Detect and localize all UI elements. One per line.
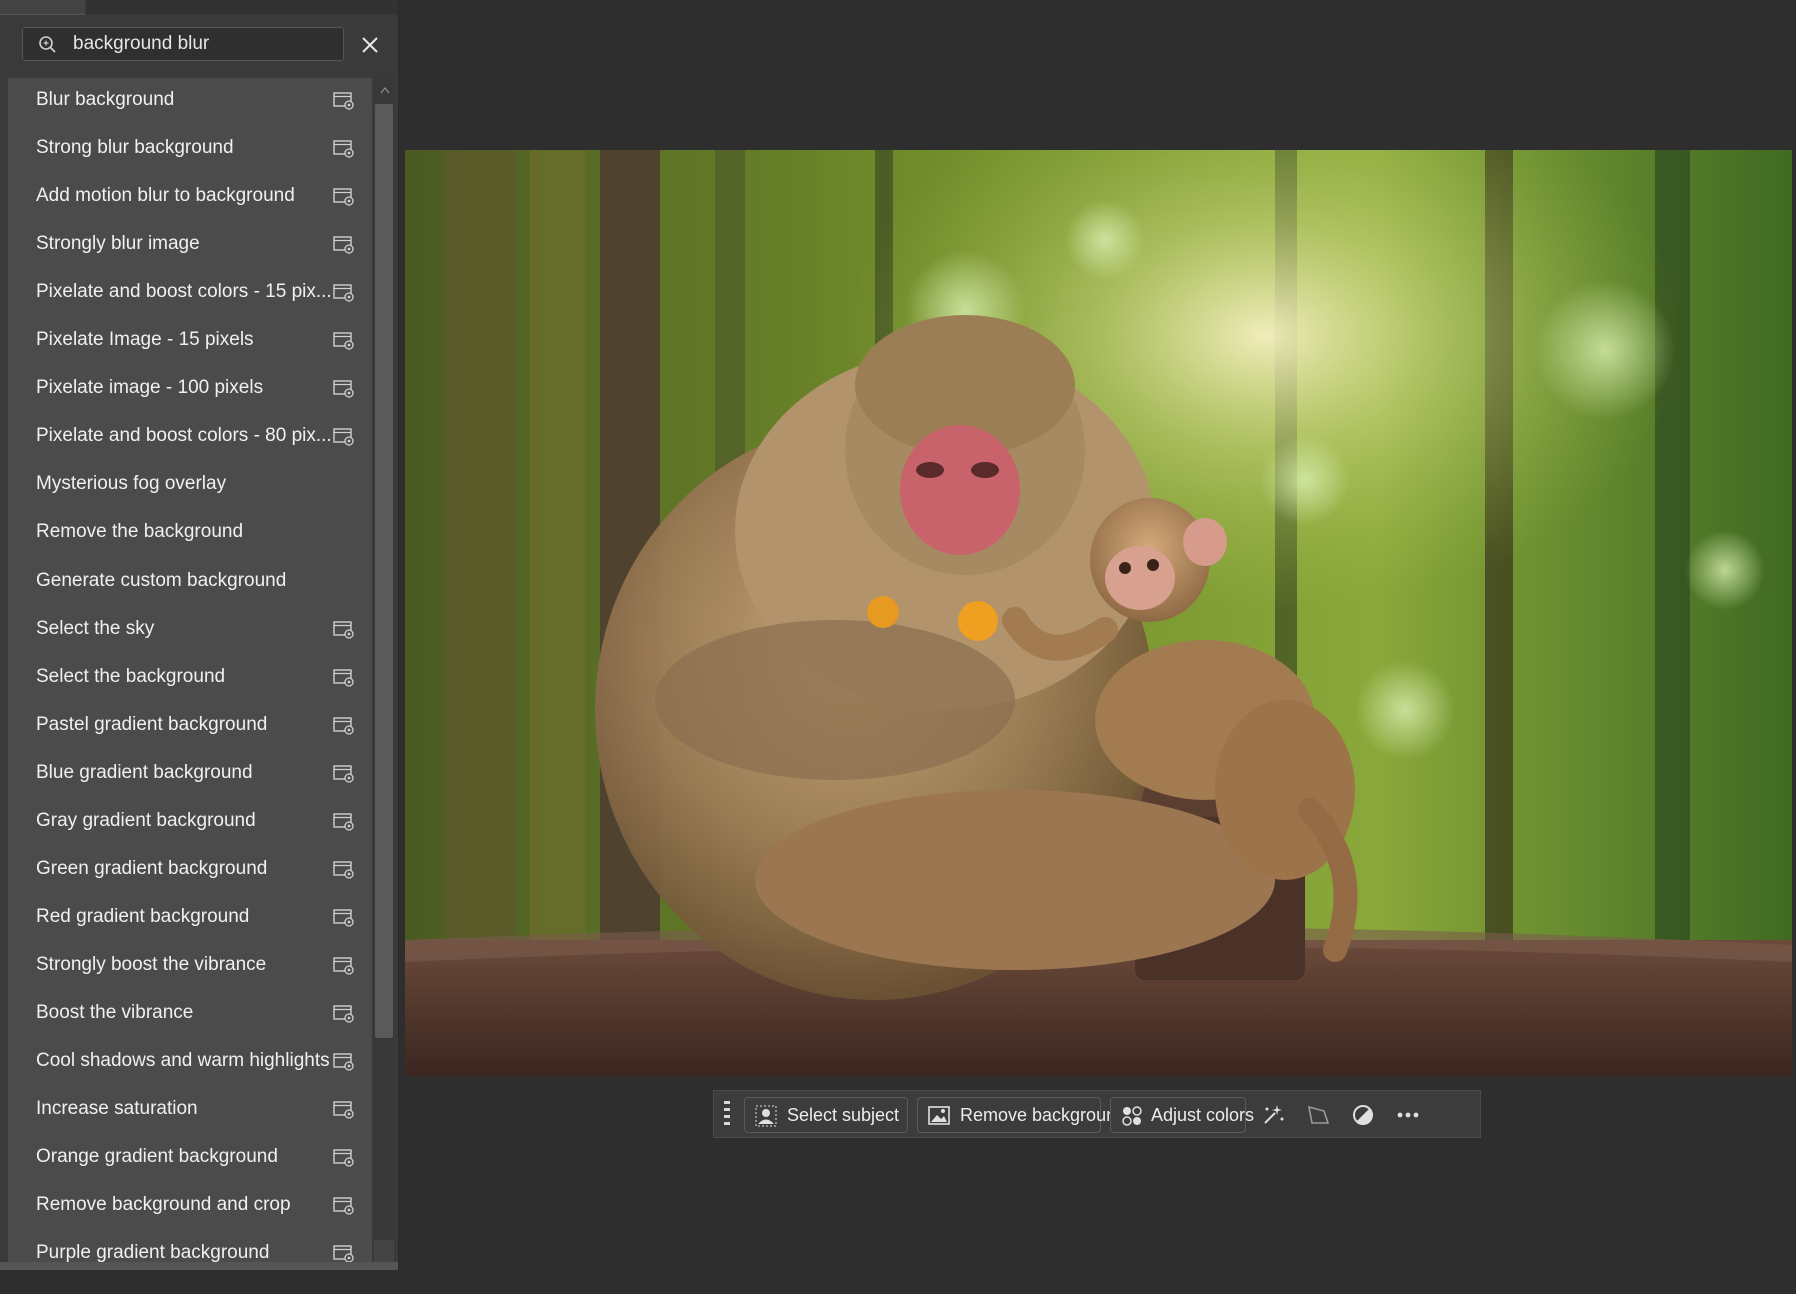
panel-resize-handle[interactable] bbox=[0, 1262, 398, 1270]
list-item-label: Strongly blur image bbox=[36, 233, 200, 254]
list-item[interactable]: Select the background bbox=[8, 653, 372, 701]
adjust-colors-button[interactable]: Adjust colors bbox=[1110, 1097, 1254, 1133]
list-item[interactable]: Strongly blur image bbox=[8, 220, 372, 268]
list-item-label: Pixelate and boost colors - 80 pix... bbox=[36, 425, 332, 446]
preview-icon[interactable] bbox=[333, 669, 355, 687]
list-item[interactable]: Red gradient background bbox=[8, 893, 372, 941]
preview-icon[interactable] bbox=[333, 428, 355, 446]
list-item[interactable]: Cool shadows and warm highlights bbox=[8, 1037, 372, 1085]
preview-icon[interactable] bbox=[333, 1245, 355, 1263]
actions-panel: Blur background Strong blur background Add… bbox=[0, 0, 399, 1270]
select-subject-icon bbox=[755, 1105, 777, 1127]
list-item[interactable]: Gray gradient background bbox=[8, 797, 372, 845]
transform-icon[interactable] bbox=[1304, 1101, 1332, 1129]
preview-icon[interactable] bbox=[333, 909, 355, 927]
adjust-colors-icon bbox=[1122, 1106, 1142, 1126]
drag-handle-icon[interactable] bbox=[722, 1099, 732, 1131]
preview-icon[interactable] bbox=[333, 1149, 355, 1167]
preview-icon[interactable] bbox=[333, 284, 355, 302]
list-item[interactable]: Orange gradient background bbox=[8, 1133, 372, 1181]
preview-icon[interactable] bbox=[333, 1053, 355, 1071]
search-input[interactable] bbox=[73, 28, 333, 60]
list-item[interactable]: Pixelate image - 100 pixels bbox=[8, 364, 372, 412]
contextual-taskbar: Select subject Remove background Adjust … bbox=[713, 1090, 1481, 1138]
list-item-label: Select the background bbox=[36, 666, 226, 687]
list-item[interactable]: Blue gradient background bbox=[8, 749, 372, 797]
generative-fill-icon[interactable] bbox=[1259, 1101, 1287, 1129]
list-item[interactable]: Add motion blur to background bbox=[8, 172, 372, 220]
remove-background-button[interactable]: Remove background bbox=[917, 1097, 1126, 1133]
list-item[interactable]: Pixelate Image - 15 pixels bbox=[8, 316, 372, 364]
remove-background-icon bbox=[928, 1106, 950, 1125]
search-icon bbox=[39, 36, 56, 53]
list-item-label: Red gradient background bbox=[36, 906, 250, 927]
list-item[interactable]: Pixelate and boost colors - 80 pix... bbox=[8, 412, 372, 460]
list-item[interactable]: Strong blur background bbox=[8, 124, 372, 172]
list-item-label: Generate custom background bbox=[36, 570, 287, 591]
list-item-label: Pastel gradient background bbox=[36, 714, 268, 735]
more-icon[interactable] bbox=[1394, 1101, 1422, 1129]
list-item-label: Remove background and crop bbox=[36, 1194, 291, 1215]
list-item-label: Gray gradient background bbox=[36, 810, 256, 831]
list-item-label: Pixelate Image - 15 pixels bbox=[36, 329, 254, 350]
list-item[interactable]: Pixelate and boost colors - 15 pix... bbox=[8, 268, 372, 316]
adjustment-icon[interactable] bbox=[1349, 1101, 1377, 1129]
preview-icon[interactable] bbox=[333, 188, 355, 206]
preview-icon[interactable] bbox=[333, 621, 355, 639]
list-item-label: Strongly boost the vibrance bbox=[36, 954, 267, 975]
preview-icon[interactable] bbox=[333, 957, 355, 975]
preview-icon[interactable] bbox=[333, 813, 355, 831]
panel-tab-strip bbox=[86, 0, 398, 14]
preview-icon[interactable] bbox=[333, 1005, 355, 1023]
list-item-label: Orange gradient background bbox=[36, 1146, 278, 1167]
list-item[interactable]: Select the sky bbox=[8, 605, 372, 653]
list-item[interactable]: Mysterious fog overlay bbox=[8, 460, 372, 508]
list-item-label: Select the sky bbox=[36, 618, 155, 639]
list-item-label: Green gradient background bbox=[36, 858, 268, 879]
list-item-label: Increase saturation bbox=[36, 1098, 198, 1119]
preview-icon[interactable] bbox=[333, 1101, 355, 1119]
list-item-label: Mysterious fog overlay bbox=[36, 473, 227, 494]
list-item[interactable]: Green gradient background bbox=[8, 845, 372, 893]
list-item[interactable]: Remove background and crop bbox=[8, 1181, 372, 1229]
list-item[interactable]: Increase saturation bbox=[8, 1085, 372, 1133]
search-box[interactable] bbox=[22, 27, 344, 61]
close-icon[interactable] bbox=[355, 30, 385, 60]
select-subject-label: Select subject bbox=[787, 1105, 900, 1125]
list-item-label: Boost the vibrance bbox=[36, 1002, 194, 1023]
list-item-label: Purple gradient background bbox=[36, 1242, 270, 1263]
scrollbar-thumb[interactable] bbox=[375, 104, 393, 1038]
remove-background-label: Remove background bbox=[960, 1105, 1127, 1125]
preview-icon[interactable] bbox=[333, 332, 355, 350]
preview-icon[interactable] bbox=[333, 1197, 355, 1215]
list-item[interactable]: Remove the background bbox=[8, 508, 372, 556]
list-item-label: Remove the background bbox=[36, 521, 244, 542]
preview-icon[interactable] bbox=[333, 140, 355, 158]
list-item[interactable]: Boost the vibrance bbox=[8, 989, 372, 1037]
list-item[interactable]: Generate custom background bbox=[8, 557, 372, 605]
panel-tab[interactable] bbox=[0, 0, 85, 15]
preview-icon[interactable] bbox=[333, 861, 355, 879]
list-item[interactable]: Strongly boost the vibrance bbox=[8, 941, 372, 989]
preview-icon[interactable] bbox=[333, 236, 355, 254]
list-item-label: Add motion blur to background bbox=[36, 185, 295, 206]
list-item[interactable]: Pastel gradient background bbox=[8, 701, 372, 749]
canvas-image[interactable] bbox=[405, 150, 1792, 1076]
list-item-label: Blue gradient background bbox=[36, 762, 253, 783]
scroll-up-arrow-icon[interactable] bbox=[380, 86, 390, 94]
select-subject-button[interactable]: Select subject bbox=[744, 1097, 908, 1133]
list-item[interactable]: Blur background bbox=[8, 78, 372, 124]
preview-icon[interactable] bbox=[333, 380, 355, 398]
preview-icon[interactable] bbox=[333, 765, 355, 783]
list-item-label: Cool shadows and warm highlights bbox=[36, 1050, 330, 1071]
list-item-label: Pixelate image - 100 pixels bbox=[36, 377, 264, 398]
list-item[interactable]: Purple gradient background bbox=[8, 1229, 372, 1266]
list-item-label: Strong blur background bbox=[36, 137, 234, 158]
preview-icon[interactable] bbox=[333, 92, 355, 110]
list-item-label: Pixelate and boost colors - 15 pix... bbox=[36, 281, 332, 302]
list-item-label: Blur background bbox=[36, 89, 175, 110]
preview-icon[interactable] bbox=[333, 717, 355, 735]
adjust-colors-label: Adjust colors bbox=[1151, 1105, 1255, 1125]
results-list: Blur background Strong blur background Add… bbox=[8, 78, 372, 1266]
